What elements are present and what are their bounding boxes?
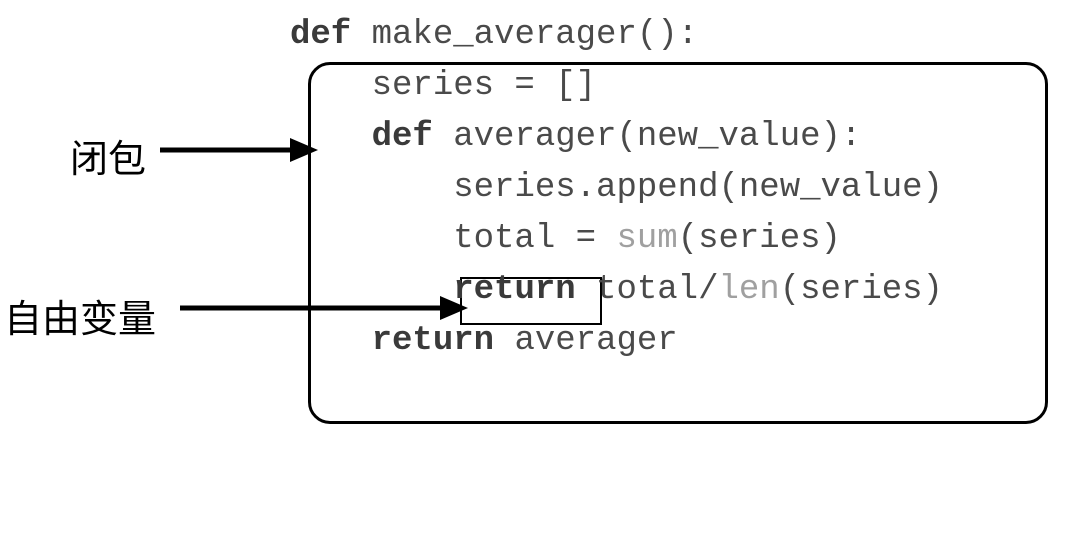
code-line-5: series.append(new_value) (290, 163, 943, 214)
code-line-2: series = [] (290, 61, 943, 112)
builtin-len: len (718, 271, 779, 309)
keyword-def: def (290, 16, 351, 54)
indent (290, 169, 453, 207)
code-text: (series) (780, 271, 943, 309)
arrow-closure (150, 130, 320, 170)
builtin-sum: sum (616, 220, 677, 258)
code-text: make_averager(): (351, 16, 698, 54)
keyword-return: return (453, 271, 575, 309)
code-line-1: def make_averager(): (290, 10, 943, 61)
arrow-free-variable (170, 288, 470, 328)
code-text: averager (494, 322, 678, 360)
code-text: averager(new_value): (433, 118, 861, 156)
code-text: .append(new_value) (576, 169, 943, 207)
code-text: (series) (678, 220, 841, 258)
code-line-4: def averager(new_value): (290, 112, 943, 163)
label-closure: 闭包 (70, 128, 146, 183)
code-line-6: total = sum(series) (290, 214, 943, 265)
keyword-def: def (372, 118, 433, 156)
code-text: total/ (576, 271, 719, 309)
series-token: series (453, 169, 575, 207)
label-free-variable: 自由变量 (4, 288, 156, 343)
code-text: total = (290, 220, 616, 258)
